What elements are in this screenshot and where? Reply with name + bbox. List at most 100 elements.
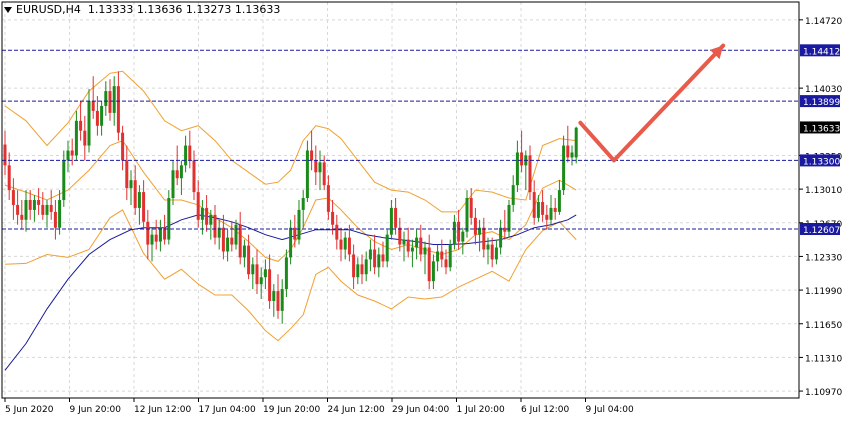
candle-body [436,251,440,262]
candle-body [116,86,120,133]
candle-body [74,120,78,156]
candle-body [410,247,414,252]
candle-body [58,200,62,228]
candle-body [448,244,452,268]
candle-body [301,198,305,210]
x-tick-label: 19 Jun 20:00 [263,405,320,415]
candle-body [406,239,410,252]
y-tick-label: 1.12330 [805,253,842,263]
candle-body [520,152,524,166]
candle-body [133,180,137,208]
ohlc-values: 1.13333 1.13636 1.13273 1.13633 [87,3,281,16]
candle-body [444,259,448,268]
price-chart[interactable]: 1.147201.140301.133501.130101.126701.123… [0,0,846,419]
candle-body [121,132,125,161]
x-tick-label: 9 Jun 20:00 [70,405,122,415]
candle-body [331,211,335,225]
candle-body [473,217,477,235]
candle-body [79,120,83,131]
candle-body [415,237,419,248]
candle-body [469,198,473,218]
candle-body [16,204,20,215]
chart-canvas[interactable]: 1.147201.140301.133501.130101.126701.123… [0,0,846,419]
candle-body [179,165,183,179]
candle[interactable] [167,190,171,245]
candle-body [268,269,272,301]
candle-body [280,289,284,311]
candle-body [440,251,444,260]
candle-body [457,221,461,242]
candle-body [486,244,490,250]
candle-body [247,245,251,275]
candle-body [221,227,225,252]
candle-body [100,105,104,126]
candle-body [423,247,427,255]
candle-body [28,200,32,210]
candle-body [360,264,364,275]
candle-body [104,91,108,106]
candle-body [364,259,368,275]
symbol-label: EURUSD,H4 [16,3,81,16]
candle-body [226,237,230,252]
candle-body [427,247,431,282]
candle-body [310,150,314,161]
candle-body [108,91,112,113]
candle-body [377,254,381,268]
x-tick-label: 29 Jun 04:00 [392,405,449,415]
candle-body [343,237,347,250]
candle-body [549,207,553,220]
candle-body [53,211,57,228]
candle-body [326,185,330,212]
candle-body [251,264,255,275]
candle-body [276,291,280,311]
candle-body [490,244,494,260]
candle-body [389,207,393,235]
candle-body [209,214,213,225]
y-tick-label: 1.11650 [805,321,842,331]
candle-body [335,224,339,240]
candle-body [562,145,566,191]
y-tick-label: 1.14030 [805,85,842,95]
candle-body [167,198,171,240]
y-tick-label: 1.14720 [805,17,842,27]
candle-body [87,101,91,146]
current-price-label: 1.13633 [803,124,840,134]
y-tick-label: 1.13010 [805,186,842,196]
candle-body [62,160,66,200]
candle-body [154,234,158,242]
candle-body [545,214,549,220]
collapse-triangle-icon[interactable] [4,7,12,13]
candle-body [125,160,129,189]
candle-body [205,207,209,225]
candle-body [385,234,389,262]
level-price-label: 1.12607 [803,226,840,236]
candle-body [11,190,15,205]
y-tick-label: 1.11990 [805,287,842,297]
candle-body [452,221,456,245]
candle-body [45,204,49,215]
candle-body [515,152,519,186]
candle-body [318,162,322,173]
x-tick-label: 5 Jun 2020 [5,405,54,415]
candle-body [24,200,28,220]
candle-body [41,204,45,215]
candle-body [255,264,259,285]
candle-body [419,237,423,255]
candle-body [20,214,24,220]
candle-body [381,254,385,262]
x-tick-label: 9 Jul 04:00 [586,405,635,415]
level-price-label: 1.14412 [803,47,840,57]
candle-body [32,200,36,210]
candle-body [175,170,179,179]
candle-body [196,192,200,220]
candle-body [272,291,276,301]
candle-body [394,207,398,228]
candle-body [574,127,578,158]
candle-body [532,192,536,218]
candle-body [234,224,238,245]
candle-body [557,190,561,212]
candle-body [356,264,360,278]
candle-body [528,155,532,193]
candle-body [461,231,465,242]
candle-body [511,185,515,205]
